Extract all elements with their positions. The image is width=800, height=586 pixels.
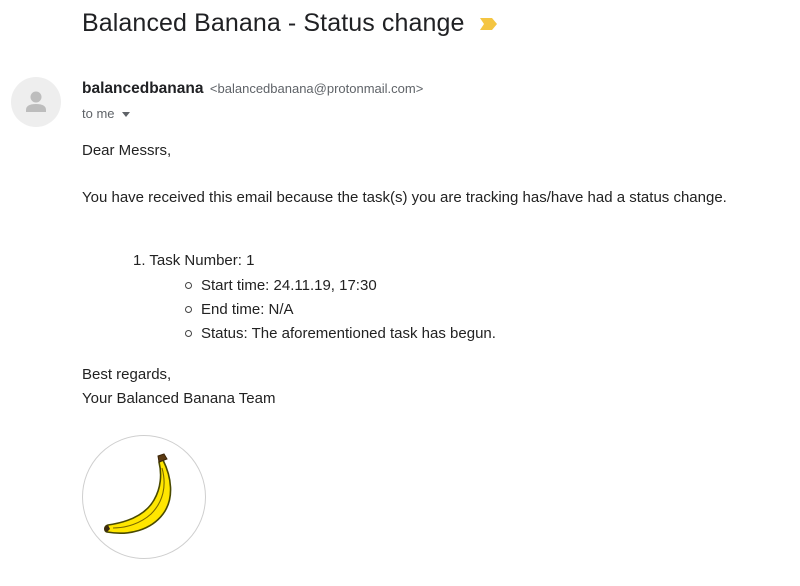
task-item: 1. Task Number: 1	[133, 252, 255, 269]
signature: Your Balanced Banana Team	[82, 390, 276, 407]
person-icon	[26, 91, 46, 112]
sender-avatar[interactable]	[11, 77, 61, 127]
caret-down-icon[interactable]	[121, 111, 130, 117]
bullet-icon	[185, 330, 192, 337]
greeting: Dear Messrs,	[82, 142, 172, 159]
recipient-details-toggle[interactable]: to me	[82, 106, 130, 121]
recipient-label: to me	[82, 106, 115, 121]
bullet-icon	[185, 282, 192, 289]
bullet-icon	[185, 306, 192, 313]
task-start-time: Start time: 24.11.19, 17:30	[201, 277, 377, 294]
sender-line: balancedbanana <balancedbanana@protonmai…	[82, 80, 423, 98]
task-end-time: End time: N/A	[201, 301, 294, 318]
intro-paragraph: You have received this email because the…	[82, 189, 727, 206]
closing: Best regards,	[82, 366, 172, 383]
sender-email: <balancedbanana@protonmail.com>	[209, 81, 424, 96]
banana-logo	[82, 435, 206, 559]
sender-name[interactable]: balancedbanana	[82, 80, 203, 97]
subject-row: Balanced Banana - Status change	[82, 9, 499, 38]
importance-marker-icon[interactable]	[479, 16, 499, 32]
task-status: Status: The aforementioned task has begu…	[201, 325, 496, 342]
email-subject: Balanced Banana - Status change	[82, 9, 465, 37]
banana-icon	[104, 453, 172, 534]
